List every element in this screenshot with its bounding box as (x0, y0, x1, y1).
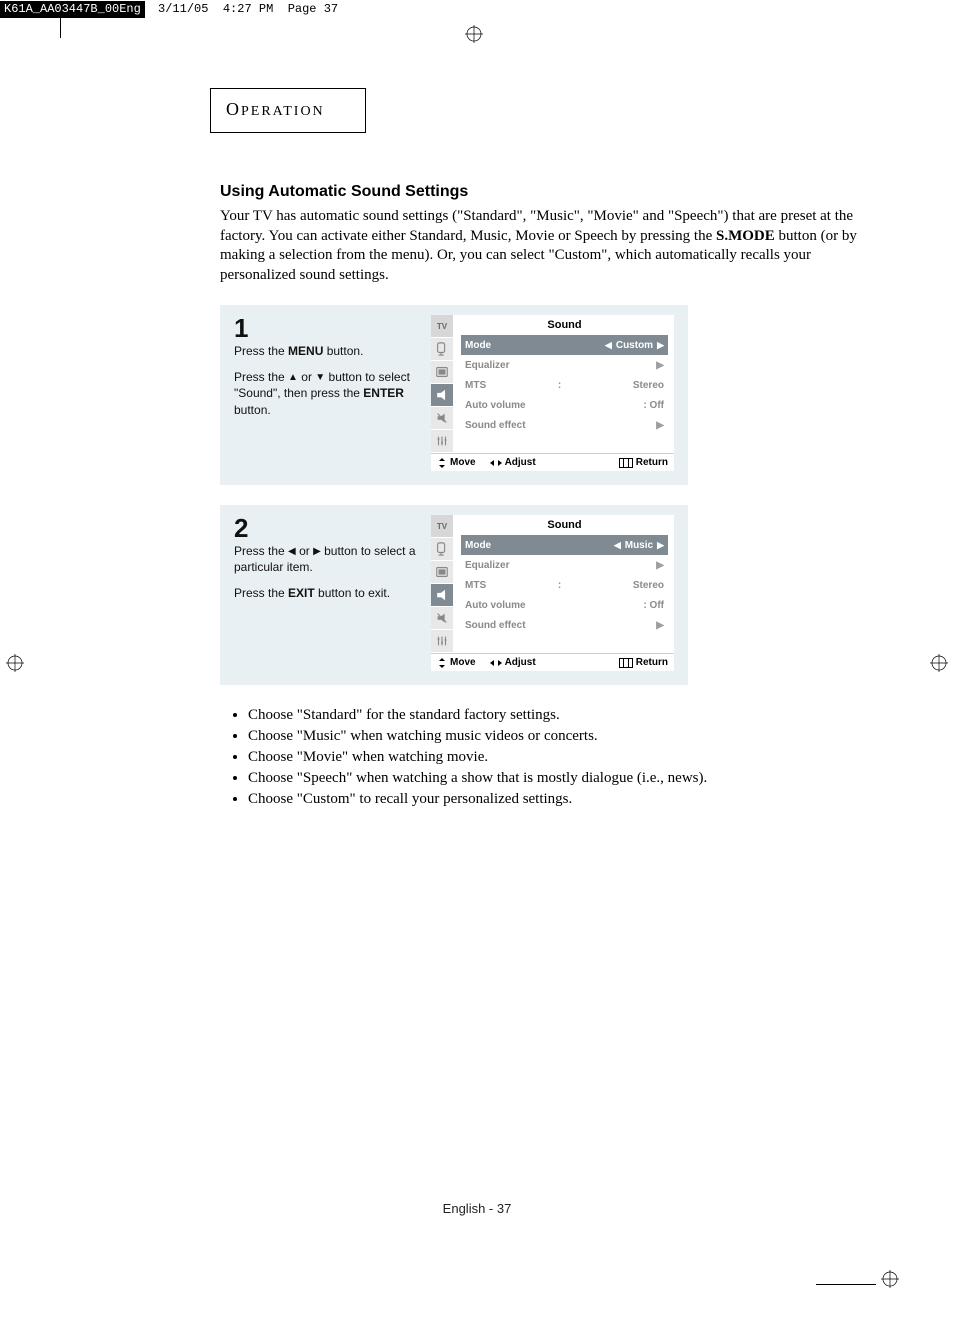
right-arrow-icon: ▶ (657, 540, 664, 551)
osd-row-label: Mode (465, 540, 491, 551)
header-pagelabel: Page 37 (288, 2, 338, 16)
step-text: 2Press the ◀ or ▶ button to select a par… (234, 515, 419, 671)
osd-row-label: Sound effect (465, 420, 526, 431)
bullet-item: Choose "Speech" when watching a show tha… (248, 770, 865, 787)
right-arrow-icon: ▶ (657, 340, 664, 351)
osd-tab-icon (431, 584, 453, 607)
bullet-item: Choose "Standard" for the standard facto… (248, 707, 865, 724)
page-number: English - 37 (0, 1201, 954, 1216)
bullet-item: Choose "Music" when watching music video… (248, 728, 865, 745)
osd-title: Sound (461, 315, 668, 335)
step-number: 2 (234, 515, 419, 541)
intro-paragraph: Your TV has automatic sound settings ("S… (220, 207, 860, 285)
step-block-2: 2Press the ◀ or ▶ button to select a par… (220, 505, 688, 685)
print-header-strip: K61A_AA03447B_00Eng 3/11/05 4:27 PM Page… (0, 0, 450, 18)
osd-tab-icon (431, 607, 453, 630)
osd-tab-icon (431, 538, 453, 561)
step-paragraph: Press the ◀ or ▶ button to select a part… (234, 543, 419, 575)
osd-tab-icon (431, 361, 453, 384)
intro-bold: S.MODE (716, 228, 775, 244)
osd-row-label: Equalizer (465, 560, 509, 571)
osd-footer-adjust: Adjust (490, 457, 536, 468)
registration-mark-left (6, 654, 24, 677)
osd-menu-row: MTS: Stereo (461, 375, 668, 395)
osd-tab-icon (431, 384, 453, 407)
header-meta: 3/11/05 4:27 PM Page 37 (152, 0, 338, 18)
right-arrow-icon: ▶ (656, 360, 664, 371)
registration-mark-top (465, 25, 481, 41)
osd-tab-tv: TV (431, 515, 453, 538)
osd-row-value: Stereo (633, 580, 664, 591)
right-arrow-icon: ▶ (656, 620, 664, 631)
left-arrow-icon: ◀ (614, 540, 621, 551)
step-paragraph: Press the EXIT button to exit. (234, 585, 419, 601)
bullet-item: Choose "Custom" to recall your personali… (248, 791, 865, 808)
osd-screenshot: TVSoundMode◀Custom▶Equalizer▶MTS:StereoA… (431, 315, 674, 471)
right-arrow-icon: ▶ (656, 560, 664, 571)
osd-row-sep: : (558, 380, 561, 391)
section-tab: OPERATION (210, 88, 366, 133)
osd-row-label: Sound effect (465, 620, 526, 631)
osd-menu-row: Auto volume : Off (461, 395, 668, 415)
osd-menu-row: MTS: Stereo (461, 575, 668, 595)
osd-tab-icon (431, 407, 453, 430)
header-time: 4:27 PM (223, 2, 273, 16)
osd-menu-row: Auto volume : Off (461, 595, 668, 615)
header-date: 3/11/05 (158, 2, 208, 16)
osd-row-value: : Off (643, 600, 664, 611)
step-text: 1 Press the MENU button. Press the ▲ or ▼ … (234, 315, 419, 471)
osd-row-value: Stereo (633, 380, 664, 391)
bullet-item: Choose "Movie" when watching movie. (248, 749, 865, 766)
osd-tab-icon (431, 630, 453, 653)
osd-tab-icon (431, 561, 453, 584)
step-paragraph: Press the MENU button. (234, 343, 419, 359)
osd-row-label: Equalizer (465, 360, 509, 371)
osd-row-sep: : (558, 580, 561, 591)
bullet-list: Choose "Standard" for the standard facto… (220, 707, 865, 808)
osd-row-value: : Off (643, 400, 664, 411)
osd-title: Sound (461, 515, 668, 535)
osd-footer-move: Move (437, 457, 476, 468)
osd-footer-move: Move (437, 657, 476, 668)
page-heading: Using Automatic Sound Settings (220, 183, 865, 201)
osd-row-value: Music (625, 540, 653, 551)
osd-menu: SoundMode◀Music▶Equalizer▶MTS:StereoAuto… (453, 515, 674, 653)
osd-tab-icon (431, 338, 453, 361)
left-arrow-icon: ◀ (605, 340, 612, 351)
osd-tab-strip: TV (431, 315, 453, 453)
osd-row-label: MTS (465, 580, 486, 591)
right-arrow-icon: ▶ (656, 420, 664, 431)
osd-row-label: Auto volume (465, 400, 526, 411)
osd-row-label: MTS (465, 380, 486, 391)
trim-mark (60, 18, 61, 38)
osd-menu-row: Sound effect ▶ (461, 615, 668, 635)
osd-menu-row: Equalizer ▶ (461, 555, 668, 575)
osd-footer-adjust: Adjust (490, 657, 536, 668)
osd-menu-row: Sound effect ▶ (461, 415, 668, 435)
osd-tab-strip: TV (431, 515, 453, 653)
registration-mark-bottom (881, 1270, 899, 1293)
osd-footer-return: Return (619, 457, 668, 468)
osd-footer-return: Return (619, 657, 668, 668)
step-paragraph: Press the ▲ or ▼ button to select "Sound… (234, 369, 419, 418)
osd-screenshot: TVSoundMode◀Music▶Equalizer▶MTS:StereoAu… (431, 515, 674, 671)
osd-menu: SoundMode◀Custom▶Equalizer▶MTS:StereoAut… (453, 315, 674, 453)
trim-line-bottom (816, 1284, 876, 1285)
osd-menu-row: Mode ◀ Music ▶ (461, 535, 668, 555)
osd-footer: Move Adjust Return (431, 653, 674, 671)
osd-tab-icon (431, 430, 453, 453)
osd-footer: Move Adjust Return (431, 453, 674, 471)
osd-menu-row: Equalizer ▶ (461, 355, 668, 375)
filename-box: K61A_AA03447B_00Eng (0, 1, 145, 18)
step-number: 1 (234, 315, 419, 341)
osd-row-value: Custom (616, 340, 653, 351)
registration-mark-right (930, 654, 948, 677)
step-block-1: 1 Press the MENU button. Press the ▲ or ▼ … (220, 305, 688, 485)
osd-tab-tv: TV (431, 315, 453, 338)
osd-row-label: Mode (465, 340, 491, 351)
osd-row-label: Auto volume (465, 600, 526, 611)
osd-menu-row: Mode ◀ Custom ▶ (461, 335, 668, 355)
